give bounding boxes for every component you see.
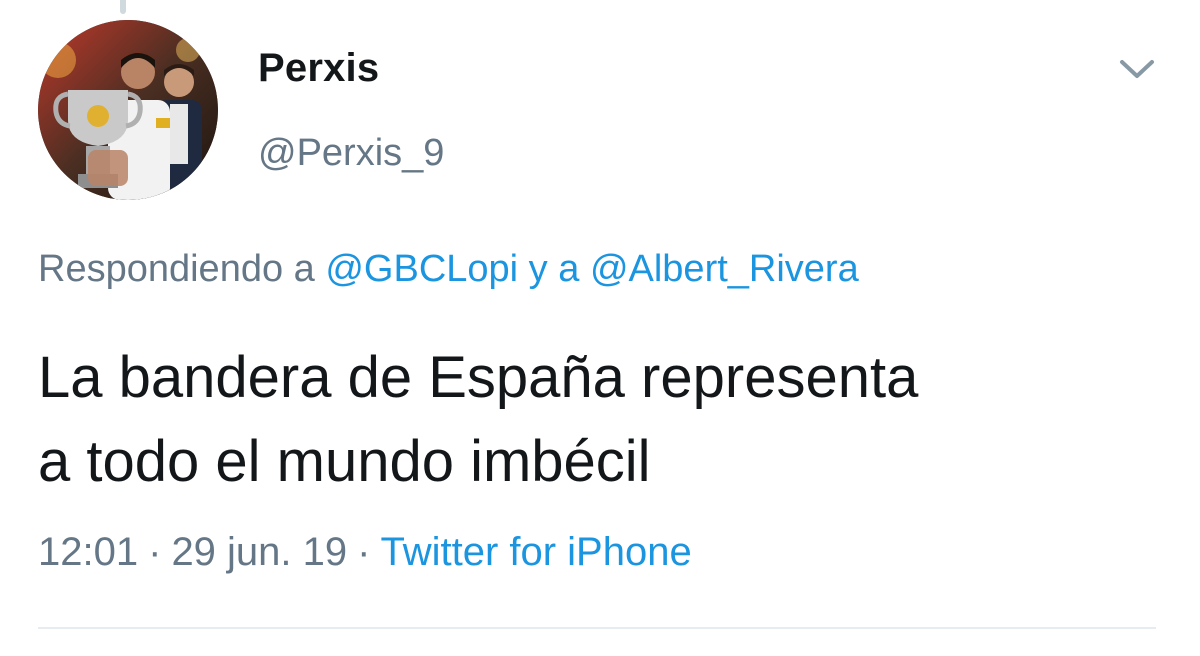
chevron-down-icon	[1120, 60, 1154, 78]
avatar[interactable]	[38, 20, 218, 200]
mention-link-gbclopi[interactable]: @GBCLopi	[325, 248, 518, 290]
tweet-body: La bandera de España representa a todo e…	[38, 336, 1158, 504]
tweet-date[interactable]: 29 jun. 19	[171, 530, 347, 574]
divider	[38, 627, 1156, 629]
meta-separator: ·	[148, 530, 162, 574]
tweet-text-line-1: La bandera de España representa	[38, 345, 919, 410]
mention-link-albert-rivera[interactable]: @Albert_Rivera	[590, 248, 859, 290]
tweet-time[interactable]: 12:01	[38, 530, 138, 574]
author-handle[interactable]: @Perxis_9	[258, 132, 444, 175]
tweet-card: Perxis @Perxis_9 Respondiendo a @GBCLopi…	[0, 0, 1200, 656]
tweet-metadata: 12:01 · 29 jun. 19 · Twitter for iPhone	[38, 530, 692, 575]
avatar-photo-icon	[38, 20, 218, 200]
thread-connector-line	[120, 0, 126, 14]
tweet-menu-button[interactable]	[1114, 52, 1160, 88]
replying-prefix: Respondiendo a	[38, 248, 315, 290]
replying-connector[interactable]: y a	[529, 248, 580, 290]
tweet-source-link[interactable]: Twitter for iPhone	[380, 530, 691, 574]
replying-to-line: Respondiendo a @GBCLopi y a @Albert_Rive…	[38, 248, 859, 291]
meta-separator: ·	[357, 530, 371, 574]
tweet-text-line-2: a todo el mundo imbécil	[38, 429, 651, 494]
author-display-name[interactable]: Perxis	[258, 46, 379, 91]
